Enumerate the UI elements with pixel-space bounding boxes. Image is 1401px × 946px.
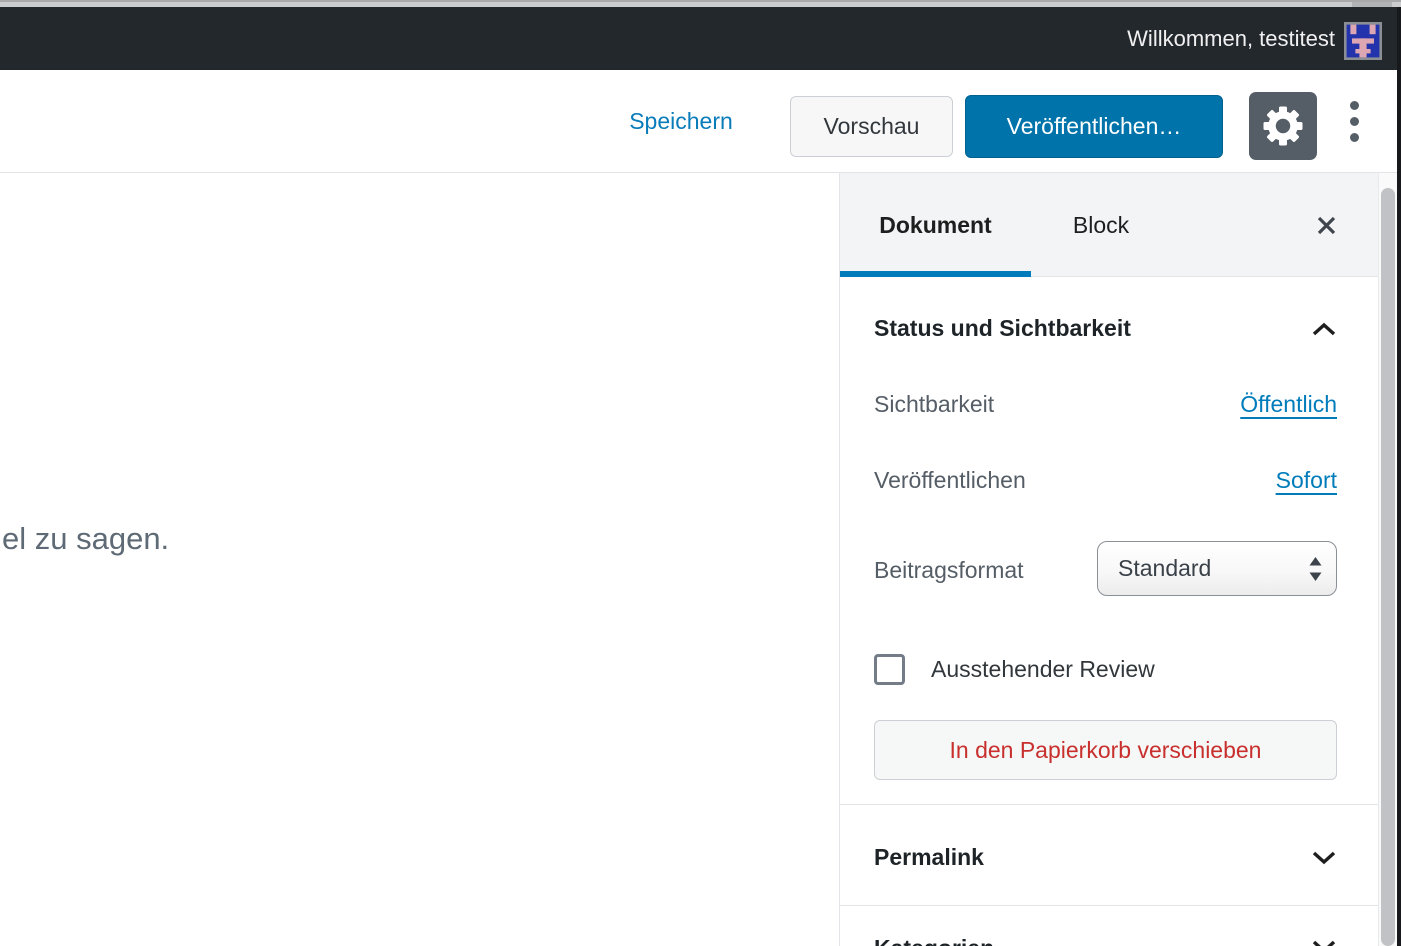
sidebar-scrollbar-thumb[interactable] xyxy=(1381,188,1395,946)
tab-block[interactable]: Block xyxy=(1031,173,1171,277)
status-panel-title: Status und Sichtbarkeit xyxy=(874,315,1131,342)
gear-icon xyxy=(1263,106,1303,146)
kebab-dot xyxy=(1350,133,1359,142)
post-format-select[interactable]: Standard xyxy=(1097,541,1337,596)
wordpress-editor-screen: Willkommen, testitest Speichern Vorschau… xyxy=(0,0,1401,946)
sidebar-tabbar: Dokument Block xyxy=(840,173,1378,277)
save-draft-button[interactable]: Speichern xyxy=(617,70,745,172)
tab-block-label: Block xyxy=(1073,212,1129,239)
panel-divider xyxy=(840,905,1378,906)
close-icon xyxy=(1315,214,1338,237)
kebab-dot xyxy=(1350,101,1359,110)
publish-date-value-link[interactable]: Sofort xyxy=(1276,467,1337,494)
more-options-button[interactable] xyxy=(1342,70,1366,172)
admin-bar: Willkommen, testitest xyxy=(0,7,1401,70)
close-sidebar-button[interactable] xyxy=(1304,173,1348,277)
move-to-trash-button[interactable]: In den Papierkorb verschieben xyxy=(874,720,1337,780)
user-avatar[interactable] xyxy=(1344,22,1382,60)
select-updown-arrows-icon xyxy=(1308,556,1323,582)
settings-button[interactable] xyxy=(1249,92,1317,160)
visibility-value-link[interactable]: Öffentlich xyxy=(1240,391,1337,418)
sidebar-scrollbar-track[interactable] xyxy=(1378,173,1397,946)
pending-review-label: Ausstehender Review xyxy=(931,654,1155,685)
publish-date-label: Veröffentlichen xyxy=(874,467,1026,494)
tab-dokument[interactable]: Dokument xyxy=(840,173,1031,277)
kebab-dot xyxy=(1350,117,1359,126)
welcome-text: Willkommen, testitest xyxy=(1127,7,1335,70)
post-format-label: Beitragsformat xyxy=(874,557,1024,584)
panel-divider xyxy=(840,804,1378,805)
visibility-label: Sichtbarkeit xyxy=(874,391,994,418)
settings-sidebar: Dokument Block Status und Sichtbarkeit S… xyxy=(840,173,1378,946)
active-tab-underline xyxy=(840,271,1031,277)
publish-button[interactable]: Veröffentlichen… xyxy=(965,95,1223,158)
screen-right-dark-edge xyxy=(1397,7,1401,946)
editor-canvas[interactable]: el zu sagen. xyxy=(0,173,840,946)
categories-panel-title[interactable]: Kategorien xyxy=(874,935,994,946)
permalink-panel-title[interactable]: Permalink xyxy=(874,844,984,871)
chevron-down-icon[interactable] xyxy=(1311,939,1337,946)
window-top-strip xyxy=(0,0,1401,7)
editor-header: Speichern Vorschau Veröffentlichen… xyxy=(0,70,1401,173)
pending-review-checkbox[interactable] xyxy=(874,654,905,685)
tab-dokument-label: Dokument xyxy=(879,212,991,239)
preview-button[interactable]: Vorschau xyxy=(790,96,953,157)
chevron-up-icon[interactable] xyxy=(1311,321,1337,342)
post-content-text: el zu sagen. xyxy=(2,521,169,557)
post-format-selected-value: Standard xyxy=(1098,555,1211,582)
chevron-down-icon[interactable] xyxy=(1311,850,1337,871)
